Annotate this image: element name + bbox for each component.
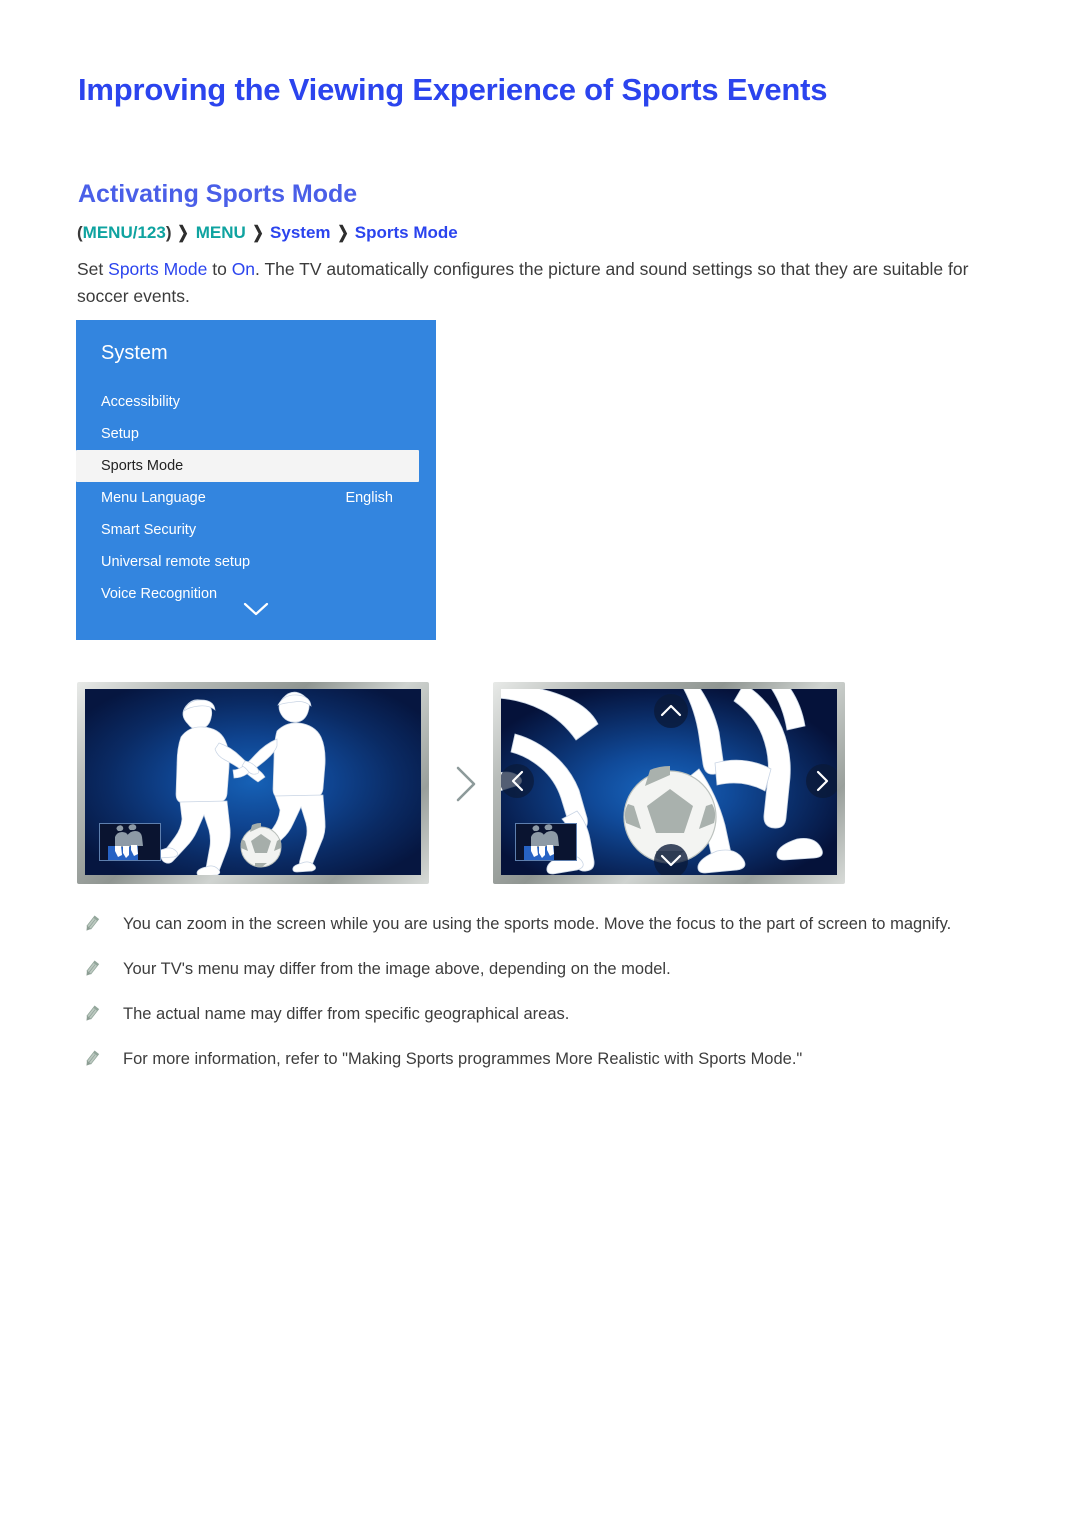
breadcrumb-separator-icon: ❯	[177, 223, 190, 242]
minimap-illustration	[100, 824, 160, 860]
pencil-note-icon	[81, 1049, 101, 1069]
chevron-right-icon	[456, 766, 476, 802]
figure-sports-mode-zoomed	[493, 682, 845, 884]
breadcrumb-item-sports-mode: Sports Mode	[354, 223, 458, 242]
menu-item-universal-remote-setup[interactable]: Universal remote setup	[76, 546, 436, 578]
breadcrumb-close-paren: )	[165, 223, 172, 242]
menu-item-label: Accessibility	[101, 394, 180, 410]
menu-item-value: English	[345, 490, 393, 506]
menu-item-sports-mode[interactable]: Sports Mode	[76, 450, 419, 482]
pencil-note-icon	[81, 959, 101, 979]
minimap-illustration	[516, 824, 576, 860]
menu-item-setup[interactable]: Setup	[76, 418, 436, 450]
tv-screen-zoomed	[501, 689, 837, 875]
note-text: Your TV's menu may differ from the image…	[123, 960, 671, 978]
menu-panel-title: System	[101, 342, 168, 364]
intro-before: Set	[77, 259, 109, 279]
screen-minimap-zoomed	[515, 823, 577, 861]
pencil-note-icon	[81, 1004, 101, 1024]
intro-link-on: On	[231, 259, 256, 279]
notes-list: You can zoom in the screen while you are…	[78, 912, 1008, 1092]
menu-item-menu-language[interactable]: Menu Language English	[76, 482, 436, 514]
intro-middle: to	[207, 259, 232, 279]
breadcrumb: (MENU/123) ❯ MENU ❯ System ❯ Sports Mode	[77, 222, 458, 244]
tv-screen-normal	[85, 689, 421, 875]
note-item: For more information, refer to "Making S…	[78, 1047, 1008, 1072]
breadcrumb-separator-icon: ❯	[336, 223, 349, 242]
pencil-note-icon	[81, 914, 101, 934]
figure-sports-mode-normal	[77, 682, 429, 884]
note-item: The actual name may differ from specific…	[78, 1002, 1008, 1027]
note-item: Your TV's menu may differ from the image…	[78, 957, 1008, 982]
left-arrow-icon	[501, 764, 534, 798]
menu-item-label: Setup	[101, 426, 139, 442]
menu-item-label: Smart Security	[101, 522, 197, 538]
intro-paragraph: Set Sports Mode to On. The TV automatica…	[77, 256, 1002, 310]
menu-item-label: Universal remote setup	[101, 554, 251, 570]
note-text: The actual name may differ from specific…	[123, 1005, 570, 1023]
menu-item-smart-security[interactable]: Smart Security	[76, 514, 436, 546]
chevron-down-icon[interactable]	[243, 602, 269, 616]
note-text: You can zoom in the screen while you are…	[123, 915, 952, 933]
tv-system-menu-panel: System Accessibility Setup Sports Mode M…	[76, 320, 436, 640]
up-arrow-icon	[654, 694, 688, 728]
breadcrumb-separator-icon: ❯	[252, 223, 264, 242]
breadcrumb-item-menu123: MENU/123	[82, 223, 166, 242]
intro-link-sports-mode: Sports Mode	[108, 259, 208, 279]
step-transition-arrow	[447, 762, 483, 806]
screen-minimap-normal	[99, 823, 161, 861]
menu-item-label: Menu Language	[101, 490, 206, 506]
note-text: For more information, refer to "Making S…	[123, 1050, 803, 1068]
menu-item-list: Accessibility Setup Sports Mode Menu Lan…	[76, 386, 436, 610]
page-title: Improving the Viewing Experience of Spor…	[78, 72, 828, 107]
menu-scroll-down-area[interactable]	[76, 602, 436, 622]
help-page: Improving the Viewing Experience of Spor…	[0, 0, 1080, 1527]
breadcrumb-item-menu: MENU	[195, 223, 246, 242]
breadcrumb-item-system: System	[270, 223, 331, 242]
section-heading: Activating Sports Mode	[78, 180, 358, 208]
note-item: You can zoom in the screen while you are…	[78, 912, 1008, 937]
menu-item-accessibility[interactable]: Accessibility	[76, 386, 436, 418]
menu-item-label: Sports Mode	[101, 458, 184, 474]
